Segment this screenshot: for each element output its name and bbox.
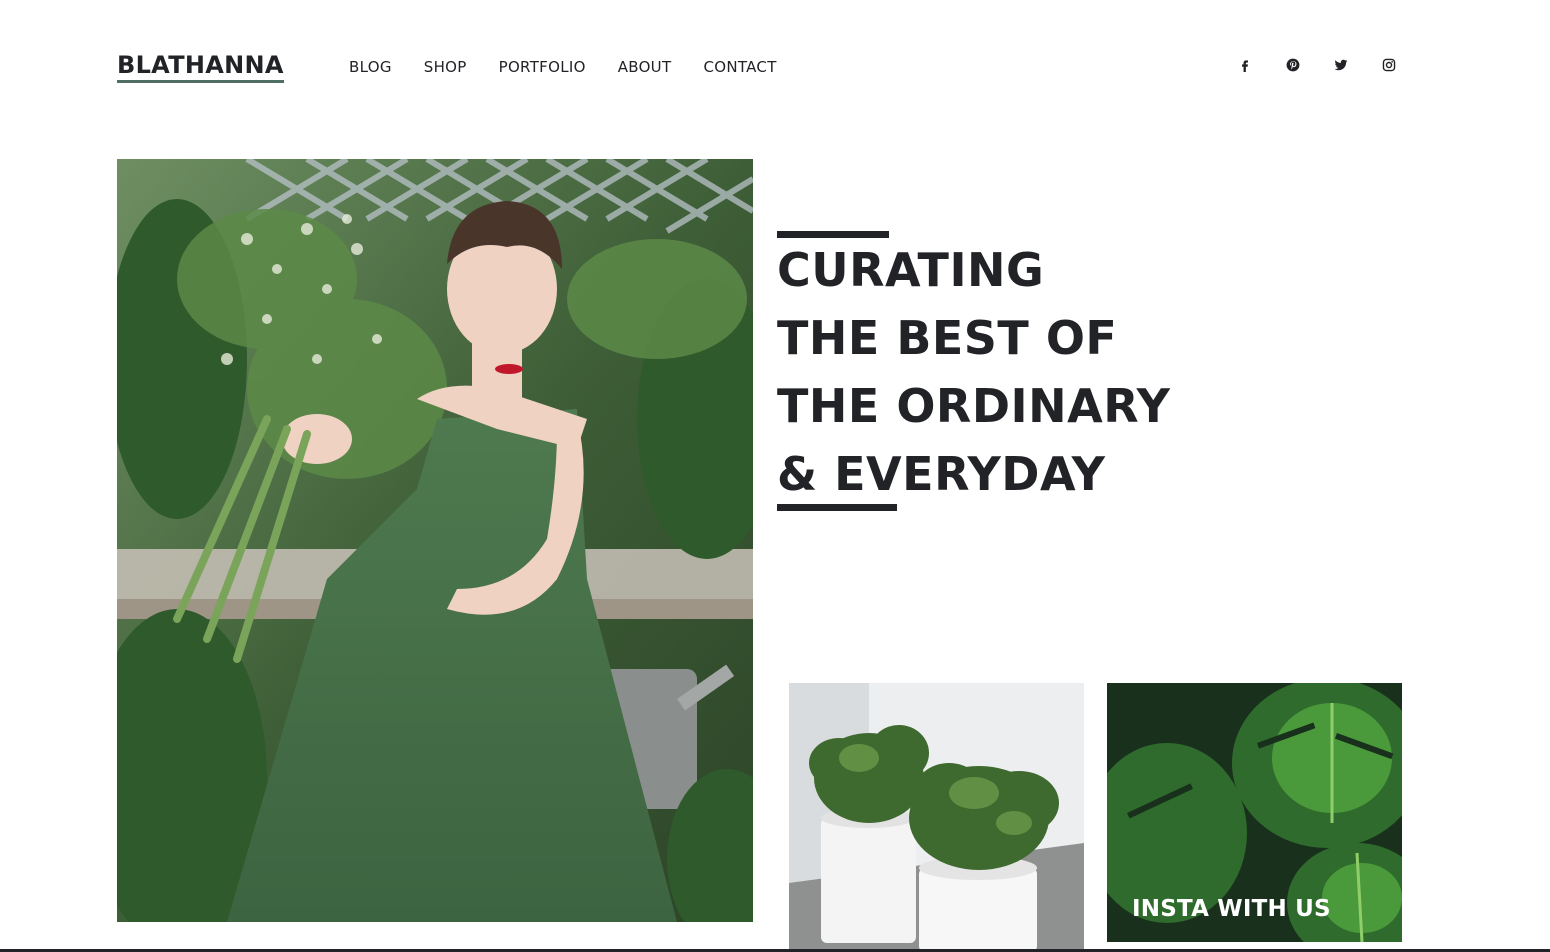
main-nav: BLOG SHOP PORTFOLIO ABOUT CONTACT <box>349 58 809 76</box>
facebook-icon[interactable] <box>1232 55 1258 75</box>
insta-label: INSTA WITH US <box>1132 896 1331 922</box>
twitter-icon[interactable] <box>1328 55 1354 75</box>
page: BLATHANNA BLOG SHOP PORTFOLIO ABOUT CONT… <box>0 0 1550 952</box>
site-logo[interactable]: BLATHANNA <box>117 52 284 83</box>
headline-line-2: THE BEST OF <box>777 311 1118 365</box>
hero-image <box>117 159 753 922</box>
headline-accent-bottom <box>777 504 897 511</box>
nav-portfolio[interactable]: PORTFOLIO <box>499 58 586 76</box>
nav-blog[interactable]: BLOG <box>349 58 392 76</box>
nav-shop[interactable]: SHOP <box>424 58 467 76</box>
headline-line-4: & EVERYDAY <box>777 447 1106 501</box>
headline-line-3: THE ORDINARY <box>777 379 1171 433</box>
hero-headline: CURATING THE BEST OF THE ORDINARY & EVER… <box>777 236 1237 508</box>
nav-about[interactable]: ABOUT <box>618 58 672 76</box>
pinterest-icon[interactable] <box>1280 55 1306 75</box>
headline-line-1: CURATING <box>777 243 1045 297</box>
nav-contact[interactable]: CONTACT <box>703 58 776 76</box>
instagram-icon[interactable] <box>1376 55 1402 75</box>
social-links <box>1232 55 1424 75</box>
insta-card[interactable]: INSTA WITH US <box>1107 683 1402 942</box>
plant-pots-image <box>789 683 1084 952</box>
